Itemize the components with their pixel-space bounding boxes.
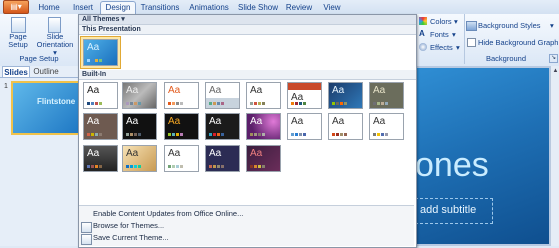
slide-thumbnail[interactable]: Flintstone [11,81,81,135]
tab-animations[interactable]: Animations [186,2,232,14]
page-setup-label-2: Setup [8,40,28,49]
tab-view[interactable]: View [319,2,345,14]
theme-thumb-couture[interactable]: Aa [246,113,281,140]
theme-aa: Aa [87,42,100,53]
background-styles-icon [466,21,477,31]
tab-design[interactable]: Design [100,1,136,15]
background-group-label: Background [485,54,527,63]
page-setup-group-label: Page Setup [19,54,59,63]
tab-slide-show[interactable]: Slide Show [236,2,280,14]
theme-thumb-adjacency[interactable]: Aa [122,82,157,109]
tab-transitions[interactable]: Transitions [139,2,181,14]
built-in-header: Built-In [79,70,416,80]
orientation-icon [48,17,61,33]
orientation-label-2: Orientation [36,40,74,49]
vertical-scrollbar[interactable]: ▲ [550,66,559,246]
subtitle-placeholder-text: add subtitle [420,204,477,216]
theme-thumb-composite[interactable]: Aa [164,113,199,140]
theme-thumb-angles[interactable]: Aa [164,82,199,109]
slides-panel: Slides Outline 1 Flintstone [0,66,81,246]
theme-thumb-equity[interactable]: Aa [328,113,363,140]
theme-thumb-concourse[interactable]: Aa [205,113,240,140]
browse-folder-icon [81,222,92,233]
theme-thumb-current[interactable]: Aa [83,39,118,66]
effects-button[interactable]: Effects ▾ [419,42,461,53]
all-themes-header[interactable]: All Themes ▾ [79,15,416,25]
theme-thumb-apex[interactable]: Aa [205,82,240,109]
slide-number: 1 [4,83,8,90]
hide-background-checkbox[interactable]: Hide Background Graphics [466,37,559,48]
theme-thumb-executive[interactable]: Aa [83,145,118,172]
fonts-button[interactable]: A Fonts ▾ [419,29,459,40]
fonts-icon: A [419,29,425,38]
dialog-launcher-icon[interactable]: ↘ [549,54,558,63]
enable-content-updates-item[interactable]: Enable Content Updates from Office Onlin… [93,208,393,220]
gallery-menu: Enable Content Updates from Office Onlin… [79,206,414,246]
checkbox-box[interactable] [467,38,476,47]
save-current-theme-item[interactable]: Save Current Theme... [93,232,393,244]
browse-for-themes-item[interactable]: Browse for Themes... [93,220,393,232]
slide-orientation-button[interactable]: Slide Orientation ▾ [35,16,75,57]
slide-title-text[interactable]: ones [415,146,489,185]
theme-thumb-grid[interactable]: Aa [205,145,240,172]
scroll-up-icon[interactable]: ▲ [552,68,559,76]
current-theme-selection[interactable]: Aa [80,36,121,69]
effects-icon [419,43,427,51]
theme-thumb-black-tie[interactable]: Aa [369,82,404,109]
theme-thumb-hardcover[interactable]: Aa [246,145,281,172]
colors-label: Colors [430,17,452,26]
themes-gallery-dropdown: All Themes ▾ This Presentation Aa Built-… [78,14,417,248]
effects-label: Effects [430,43,453,52]
tab-outline[interactable]: Outline [31,66,61,77]
tab-home[interactable]: Home [34,2,64,14]
colors-button[interactable]: Colors ▾ [419,16,459,27]
ribbon-tab-bar: ▤▾ Home Insert Design Transitions Animat… [0,0,559,15]
theme-thumb-foundry[interactable]: Aa [164,145,199,172]
theme-thumb-aspect[interactable]: Aa [287,82,322,109]
page-setup-icon [11,17,26,33]
theme-thumb-essential[interactable]: Aa [369,113,404,140]
fonts-label: Fonts [430,30,449,39]
subtitle-placeholder-box[interactable]: add subtitle [415,198,493,224]
theme-thumb-elemental[interactable]: Aa [287,113,322,140]
background-styles-label: Background Styles [478,21,541,30]
file-menu-button[interactable]: ▤▾ [3,0,29,14]
save-theme-icon [81,234,92,245]
this-presentation-header: This Presentation [79,25,416,35]
group-divider [464,14,465,64]
slide-canvas[interactable]: ones add subtitle [415,68,549,244]
theme-thumb-austin[interactable]: Aa [328,82,363,109]
tab-divider [0,77,78,78]
background-styles-button[interactable]: Background Styles ▾ [466,20,558,31]
colors-icon [419,17,427,25]
theme-thumb-flow[interactable]: Aa [122,145,157,172]
theme-thumb-apothecary[interactable]: Aa [246,82,281,109]
all-themes-label: All Themes [82,16,120,23]
slide-thumbnail-title: Flintstone [37,97,76,106]
hide-background-label: Hide Background Graphics [478,38,559,47]
slide-editing-area: ones add subtitle ▲ [415,66,559,246]
tab-insert[interactable]: Insert [68,2,98,14]
theme-thumb-civic[interactable]: Aa [83,113,118,140]
page-setup-button[interactable]: Page Setup [3,16,33,52]
theme-thumb-office[interactable]: Aa [83,82,118,109]
tab-review[interactable]: Review [284,2,314,14]
theme-thumb-clarity[interactable]: Aa [122,113,157,140]
